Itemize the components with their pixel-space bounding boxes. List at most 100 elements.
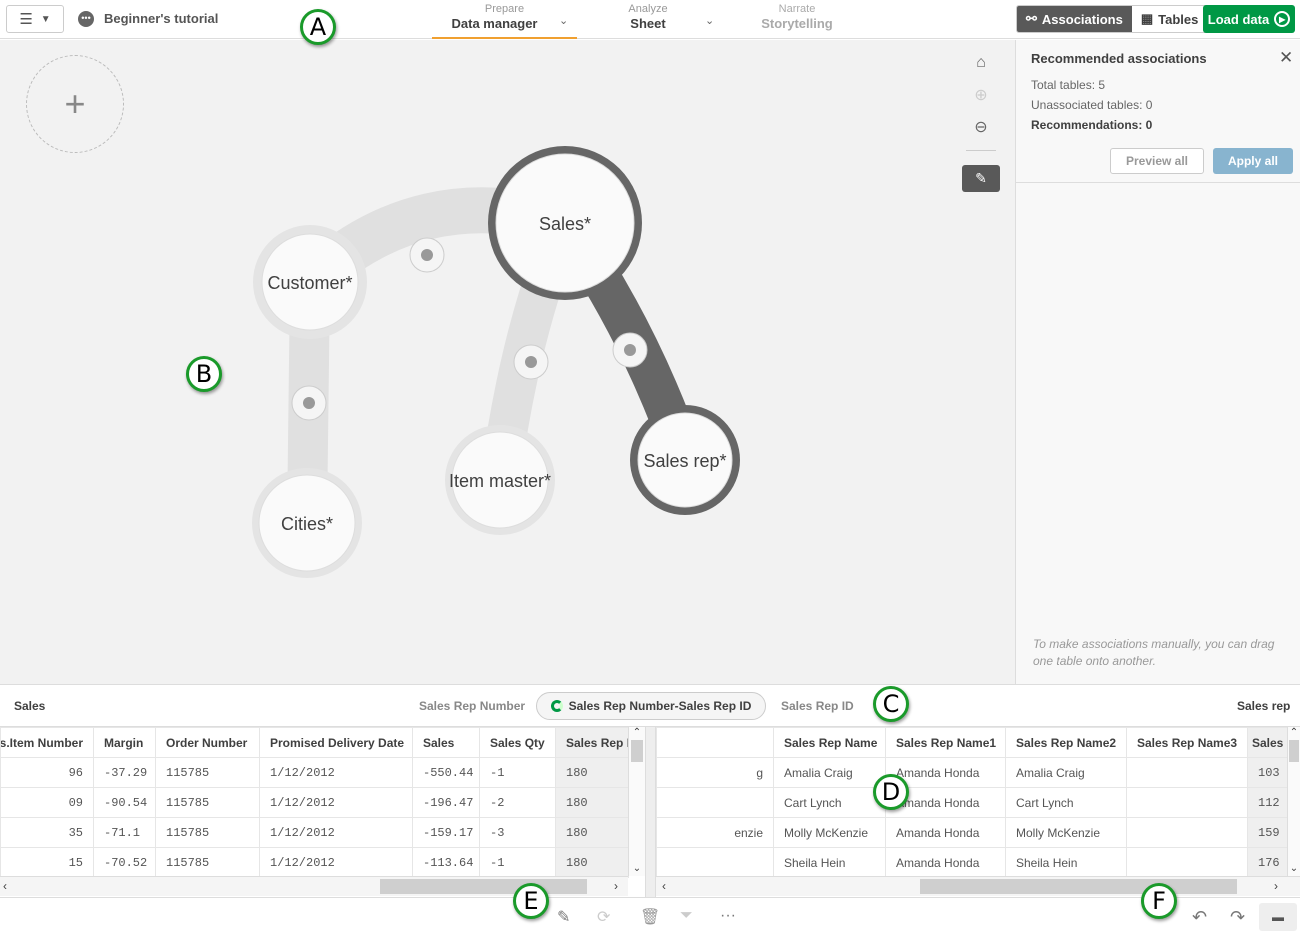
- main-menu-button[interactable]: ☰ ▼: [6, 5, 64, 33]
- table-cell[interactable]: -37.29: [93, 757, 156, 788]
- table-cell[interactable]: -550.44: [412, 757, 480, 788]
- tables-view-button[interactable]: ▦ Tables: [1131, 6, 1208, 32]
- table-cell[interactable]: 1/12/2012: [259, 847, 413, 878]
- table-cell[interactable]: 15: [0, 847, 94, 878]
- table-cell[interactable]: 96: [0, 757, 94, 788]
- filter-clear-icon[interactable]: ⏷: [680, 907, 693, 925]
- preview-all-button[interactable]: Preview all: [1110, 148, 1204, 174]
- table-cell[interactable]: 115785: [155, 817, 260, 848]
- table-cell[interactable]: enzie: [656, 817, 774, 848]
- vertical-scrollbar[interactable]: ⌃ ⌄: [628, 727, 645, 876]
- tab-analyze[interactable]: Analyze Sheet: [578, 3, 718, 31]
- table-cell[interactable]: [1126, 757, 1248, 788]
- table-cell[interactable]: -2: [479, 787, 556, 818]
- table-cell[interactable]: -113.64: [412, 847, 480, 878]
- table-cell[interactable]: 115785: [155, 787, 260, 818]
- chevron-down-icon[interactable]: ⌄: [559, 14, 568, 27]
- table-cell[interactable]: 180: [555, 847, 629, 878]
- scroll-down-icon[interactable]: ⌄: [629, 863, 645, 874]
- load-data-button[interactable]: Load data ▶: [1203, 5, 1295, 33]
- scroll-up-icon[interactable]: ⌃: [1288, 727, 1300, 738]
- scroll-thumb[interactable]: [920, 879, 1237, 894]
- table-cell[interactable]: 1/12/2012: [259, 817, 413, 848]
- associations-view-button[interactable]: ⚯ Associations: [1017, 6, 1132, 32]
- undo-icon[interactable]: ↶: [1192, 907, 1207, 928]
- vertical-scrollbar[interactable]: ⌃ ⌄: [1287, 727, 1300, 876]
- table-cell[interactable]: -1: [479, 847, 556, 878]
- table-cell[interactable]: -196.47: [412, 787, 480, 818]
- table-cell[interactable]: -71.1: [93, 817, 156, 848]
- close-icon[interactable]: ✕: [1279, 48, 1293, 68]
- table-cell[interactable]: Amalia Craig: [773, 757, 886, 788]
- table-cell[interactable]: Cart Lynch: [1005, 787, 1127, 818]
- association-canvas[interactable]: + ⌂ ⊕ ⊖ ✎ Sales* Customer* Cities* Item …: [0, 40, 1015, 684]
- table-cell[interactable]: -159.17: [412, 817, 480, 848]
- toggle-data-preview-button[interactable]: ▬: [1259, 903, 1297, 931]
- column-header[interactable]: Sales Rep Name1: [885, 727, 1006, 758]
- scroll-thumb[interactable]: [1289, 740, 1299, 762]
- table-cell[interactable]: 09: [0, 787, 94, 818]
- table-cell[interactable]: 115785: [155, 757, 260, 788]
- table-cell[interactable]: 176: [1247, 847, 1288, 878]
- column-header[interactable]: Order Number: [155, 727, 260, 758]
- column-header[interactable]: Margin: [93, 727, 156, 758]
- tab-narrate[interactable]: Narrate Storytelling: [727, 3, 867, 31]
- table-cell[interactable]: Amalia Craig: [1005, 757, 1127, 788]
- table-cell[interactable]: 35: [0, 817, 94, 848]
- table-cell[interactable]: 115785: [155, 847, 260, 878]
- table-cell[interactable]: Molly McKenzie: [773, 817, 886, 848]
- column-header[interactable]: Sales Rep Name: [773, 727, 886, 758]
- column-header[interactable]: [656, 727, 774, 758]
- table-cell[interactable]: 1/12/2012: [259, 757, 413, 788]
- table-cell[interactable]: 180: [555, 787, 629, 818]
- column-header[interactable]: Promised Delivery Date: [259, 727, 413, 758]
- horizontal-scrollbar[interactable]: ‹ ›: [656, 876, 1300, 896]
- column-header[interactable]: s.Item Number: [0, 727, 94, 758]
- table-cell[interactable]: g: [656, 757, 774, 788]
- redo-icon[interactable]: ↷: [1230, 907, 1245, 928]
- edit-icon[interactable]: ✎: [557, 907, 570, 927]
- table-cell[interactable]: [656, 787, 774, 818]
- table-cell[interactable]: [1126, 817, 1248, 848]
- table-cell[interactable]: [1126, 787, 1248, 818]
- table-cell[interactable]: Sheila Hein: [1005, 847, 1127, 878]
- column-header[interactable]: Sales: [1247, 727, 1288, 758]
- scroll-right-icon[interactable]: ›: [1274, 879, 1278, 893]
- table-cell[interactable]: -1: [479, 757, 556, 788]
- scroll-thumb[interactable]: [380, 879, 587, 894]
- table-cell[interactable]: 180: [555, 817, 629, 848]
- table-cell[interactable]: Sheila Hein: [773, 847, 886, 878]
- scroll-up-icon[interactable]: ⌃: [629, 727, 645, 738]
- table-cell[interactable]: -70.52: [93, 847, 156, 878]
- table-cell[interactable]: -3: [479, 817, 556, 848]
- scroll-left-icon[interactable]: ‹: [662, 879, 666, 893]
- table-cell[interactable]: [1126, 847, 1248, 878]
- column-header[interactable]: Sales Rep Name2: [1005, 727, 1127, 758]
- tab-prepare[interactable]: Prepare Data manager: [432, 3, 577, 39]
- scroll-down-icon[interactable]: ⌄: [1288, 863, 1300, 874]
- apply-all-button[interactable]: Apply all: [1213, 148, 1293, 174]
- association-pill[interactable]: Sales Rep Number-Sales Rep ID: [536, 692, 766, 720]
- table-cell[interactable]: 1/12/2012: [259, 787, 413, 818]
- column-header[interactable]: Sales Rep N: [555, 727, 629, 758]
- table-cell[interactable]: 103: [1247, 757, 1288, 788]
- table-cell[interactable]: Amanda Honda: [885, 817, 1006, 848]
- column-header[interactable]: Sales: [412, 727, 480, 758]
- refresh-icon[interactable]: ⟳: [597, 907, 610, 927]
- chevron-down-icon[interactable]: ⌄: [705, 14, 714, 27]
- column-header[interactable]: Sales Qty: [479, 727, 556, 758]
- table-cell[interactable]: Cart Lynch: [773, 787, 886, 818]
- more-options-icon[interactable]: ···: [720, 907, 736, 925]
- table-cell[interactable]: 159: [1247, 817, 1288, 848]
- table-cell[interactable]: -90.54: [93, 787, 156, 818]
- table-cell[interactable]: 112: [1247, 787, 1288, 818]
- column-header[interactable]: Sales Rep Name3: [1126, 727, 1248, 758]
- scroll-right-icon[interactable]: ›: [614, 879, 618, 893]
- table-cell[interactable]: 180: [555, 757, 629, 788]
- scroll-left-icon[interactable]: ‹: [3, 879, 7, 893]
- table-cell[interactable]: Molly McKenzie: [1005, 817, 1127, 848]
- delete-icon[interactable]: 🗑: [640, 907, 660, 927]
- table-cell[interactable]: [656, 847, 774, 878]
- scroll-thumb[interactable]: [631, 740, 643, 762]
- table-cell[interactable]: Amanda Honda: [885, 847, 1006, 878]
